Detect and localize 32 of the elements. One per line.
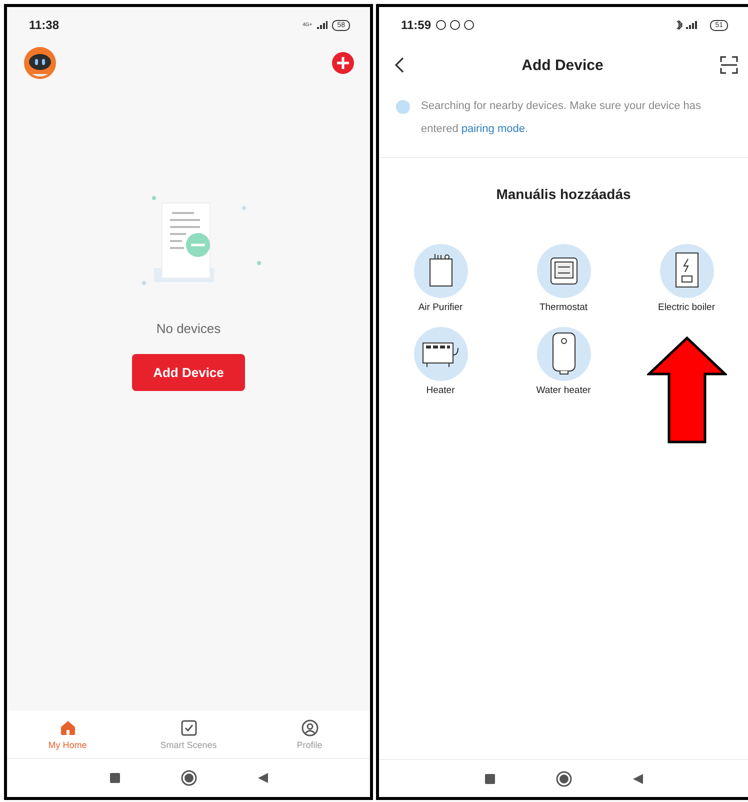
device-item[interactable]: Heater xyxy=(379,327,502,396)
checkbox-icon xyxy=(180,719,198,737)
home-nav-icon[interactable] xyxy=(556,770,572,786)
screen-title: Add Device xyxy=(522,56,604,74)
pairing-mode-link[interactable]: pairing mode xyxy=(461,123,525,135)
back-icon[interactable] xyxy=(393,56,405,74)
thermostat-icon xyxy=(548,256,578,286)
add-device-button[interactable]: Add Device xyxy=(132,354,245,391)
device-item[interactable]: Electric boiler xyxy=(625,244,748,313)
square-nav-icon[interactable] xyxy=(484,772,496,784)
loading-icon xyxy=(395,99,411,115)
robot-avatar-icon[interactable] xyxy=(23,46,57,80)
status-time: 11:59 xyxy=(401,18,432,32)
section-title: Manuális hozzáadás xyxy=(496,186,631,202)
back-nav-icon[interactable] xyxy=(632,772,644,784)
profile-icon xyxy=(300,719,318,737)
search-notice: Searching for nearby devices. Make sure your device has entered pairing mode. xyxy=(421,99,702,137)
electric-boiler-icon xyxy=(674,252,700,290)
device-item[interactable]: Thermostat xyxy=(502,244,625,313)
status-icons-drawing xyxy=(435,19,476,31)
device-item[interactable]: Water heater xyxy=(502,327,625,396)
back-nav-icon[interactable] xyxy=(256,772,268,784)
home-nav-icon[interactable] xyxy=(180,770,196,786)
signal-icon xyxy=(316,20,328,30)
status-time: 11:38 xyxy=(29,18,60,32)
square-nav-icon[interactable] xyxy=(108,772,120,784)
home-icon xyxy=(58,719,76,737)
empty-state-text: No devices xyxy=(156,321,221,336)
device-item[interactable]: Air Purifier xyxy=(379,244,502,313)
water-heater-icon xyxy=(550,332,578,376)
scan-icon[interactable] xyxy=(720,56,738,74)
add-icon[interactable] xyxy=(332,52,354,74)
